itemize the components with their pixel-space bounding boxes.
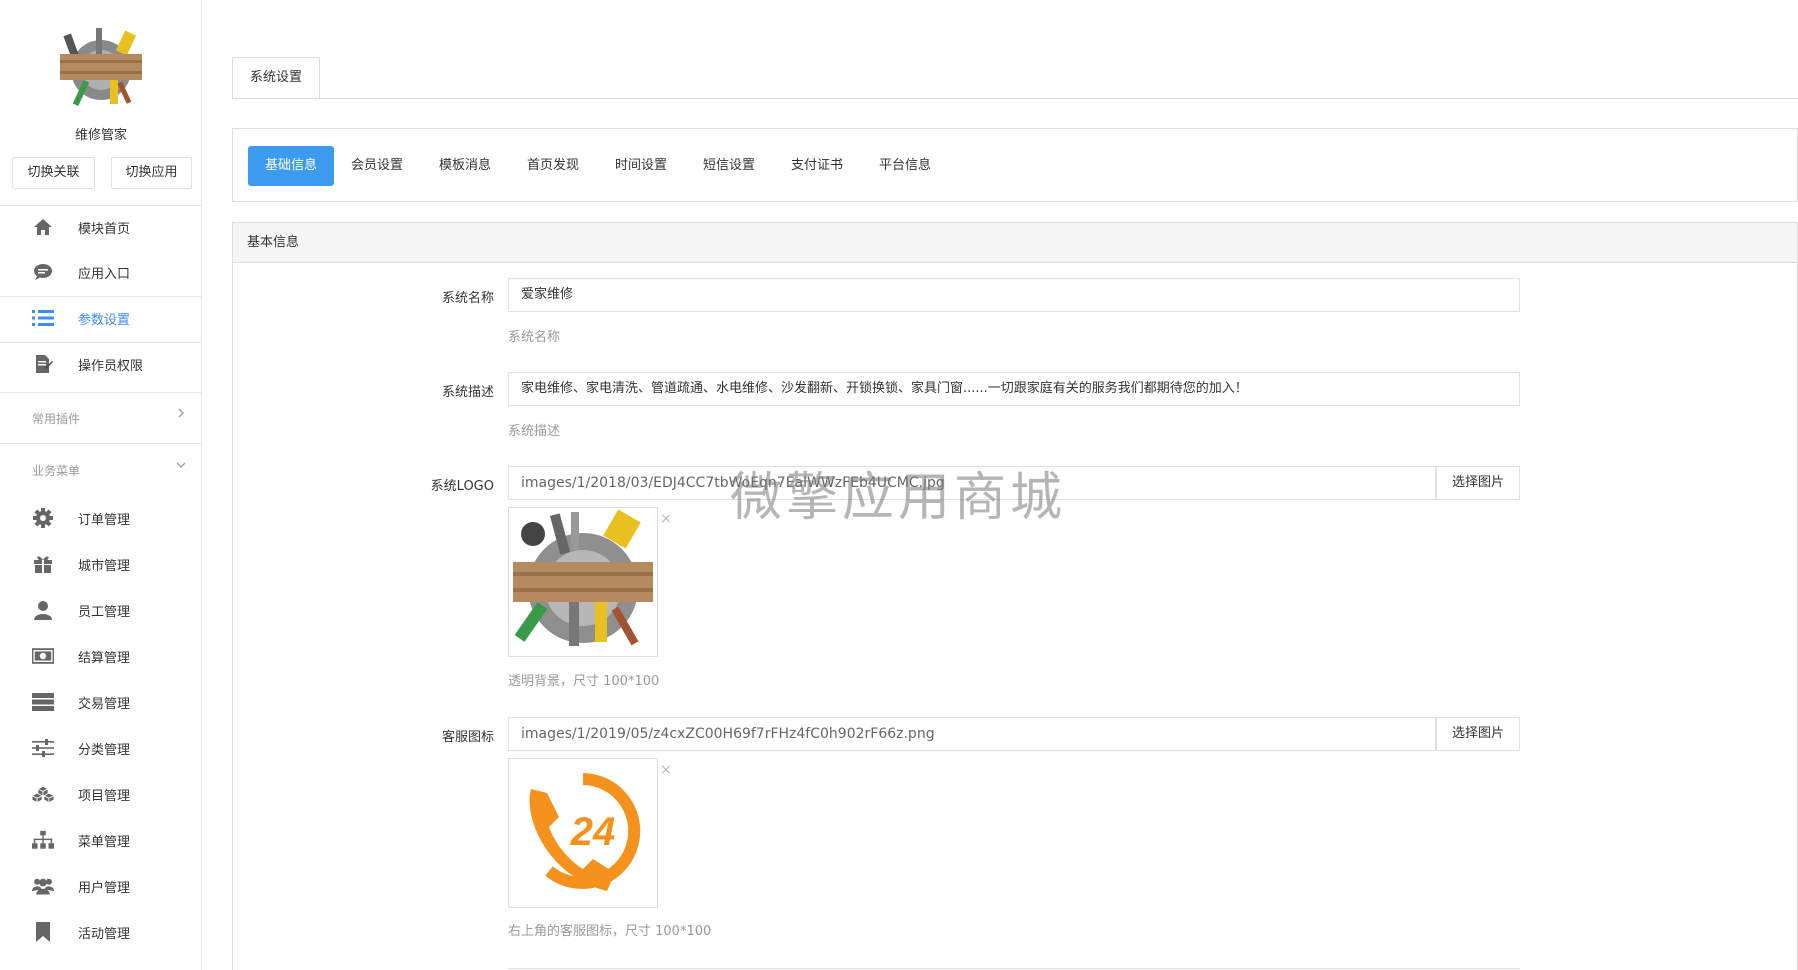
sidebar-item-module-home[interactable]: 模块首页 [0, 205, 202, 249]
service-icon-label: 客服图标 [441, 730, 494, 745]
sidebar-item-label: 城市管理 [78, 558, 131, 574]
subtab-payment-cert[interactable]: 支付证书 [781, 146, 853, 186]
subtab-sms-settings[interactable]: 短信设置 [693, 146, 765, 186]
home-icon [32, 216, 54, 238]
basic-info-panel: 基本信息 [232, 222, 1798, 970]
sidebar-item-label: 分类管理 [78, 742, 131, 758]
group-title-plugins[interactable]: 常用插件 [32, 410, 80, 427]
sidebar-item-label: 结算管理 [78, 650, 131, 666]
tab-system-settings[interactable]: 系统设置 [232, 57, 320, 99]
chevron-right-icon[interactable] [176, 408, 186, 418]
service-icon-preview: 24 [508, 758, 658, 908]
sidebar-item-orders[interactable]: 订单管理 [0, 496, 202, 540]
sidebar-item-label: 操作员权限 [78, 358, 144, 374]
panel-title: 基本信息 [233, 223, 1797, 263]
system-logo-label: 系统LOGO [430, 479, 494, 494]
chevron-down-icon[interactable] [176, 460, 186, 470]
sidebar-item-label: 菜单管理 [78, 834, 131, 850]
sidebar-item-cities[interactable]: 城市管理 [0, 542, 202, 586]
select-logo-button[interactable]: 选择图片 [1436, 466, 1520, 500]
users-icon [32, 875, 54, 897]
sidebar-item-transactions[interactable]: 交易管理 [0, 680, 202, 724]
app-logo [58, 24, 144, 110]
sidebar-item-label: 参数设置 [78, 312, 131, 328]
select-service-icon-button[interactable]: 选择图片 [1436, 717, 1520, 751]
service-icon-help: 右上角的客服图标，尺寸 100*100 [508, 924, 712, 939]
subtab-platform-info[interactable]: 平台信息 [869, 146, 941, 186]
sliders-icon [32, 737, 54, 759]
money-icon [32, 645, 54, 667]
subtab-member-settings[interactable]: 会员设置 [341, 146, 413, 186]
divider [0, 392, 202, 393]
sidebar-item-categories[interactable]: 分类管理 [0, 726, 202, 770]
sidebar-item-users[interactable]: 用户管理 [0, 864, 202, 908]
sidebar-item-label: 模块首页 [78, 221, 131, 237]
sidebar-item-label: 应用入口 [78, 266, 131, 282]
divider [0, 443, 202, 444]
remove-logo-icon[interactable]: × [660, 512, 674, 526]
group-title-business[interactable]: 业务菜单 [32, 462, 80, 479]
system-name-input[interactable]: 爱家维修 [508, 278, 1520, 312]
sidebar-item-label: 交易管理 [78, 696, 131, 712]
sidebar-item-label: 活动管理 [78, 926, 131, 942]
sidebar-item-label: 员工管理 [78, 604, 131, 620]
remove-service-icon[interactable]: × [660, 763, 674, 777]
system-logo-help: 透明背景，尺寸 100*100 [508, 674, 660, 689]
sidebar-item-operator-permissions[interactable]: 操作员权限 [0, 342, 202, 386]
subtab-home-discover[interactable]: 首页发现 [517, 146, 589, 186]
switch-link-button[interactable]: 切换关联 [12, 157, 95, 189]
service-badge-text: 24 [570, 810, 616, 854]
sidebar-item-projects[interactable]: 项目管理 [0, 772, 202, 816]
sidebar-item-staff[interactable]: 员工管理 [0, 588, 202, 632]
sidebar-item-activities[interactable]: 活动管理 [0, 910, 202, 954]
switch-app-button[interactable]: 切换应用 [111, 157, 192, 189]
watermark-text: 微擎应用商城 [730, 468, 1067, 528]
user-icon [32, 599, 54, 621]
gift-icon [32, 553, 54, 575]
settings-subnav: 基础信息 会员设置 模板消息 首页发现 时间设置 短信设置 支付证书 平台信息 [232, 128, 1798, 202]
sidebar-item-label: 项目管理 [78, 788, 131, 804]
tab-divider [232, 98, 1798, 99]
system-desc-help: 系统描述 [508, 424, 561, 439]
app-name: 维修管家 [74, 128, 127, 143]
sidebar-item-label: 用户管理 [78, 880, 131, 896]
system-desc-label: 系统描述 [441, 385, 494, 400]
sidebar-item-param-settings[interactable]: 参数设置 [0, 296, 202, 340]
subtab-template-messages[interactable]: 模板消息 [429, 146, 501, 186]
cubes-icon [32, 783, 54, 805]
server-icon [32, 691, 54, 713]
system-name-help: 系统名称 [508, 330, 561, 345]
list-icon [32, 307, 54, 329]
sidebar-item-label: 订单管理 [78, 512, 131, 528]
subtab-basic-info[interactable]: 基础信息 [248, 146, 334, 186]
gear-icon [32, 507, 54, 529]
edit-doc-icon [32, 353, 54, 375]
bookmark-icon [32, 921, 54, 943]
logo-preview [508, 507, 658, 657]
system-desc-input[interactable]: 家电维修、家电清洗、管道疏通、水电维修、沙发翻新、开锁换锁、家具门窗......… [508, 372, 1520, 406]
subtab-time-settings[interactable]: 时间设置 [605, 146, 677, 186]
sitemap-icon [32, 829, 54, 851]
sidebar: 维修管家 切换关联 切换应用 模块首页 应用入口 参数设置 操作员权限 常用插件… [0, 0, 202, 970]
sidebar-item-settlement[interactable]: 结算管理 [0, 634, 202, 678]
next-field-border [508, 968, 1520, 969]
sidebar-item-menus[interactable]: 菜单管理 [0, 818, 202, 862]
service-icon-path-input[interactable]: images/1/2019/05/z4cxZC00H69f7rFHz4fC0h9… [508, 717, 1436, 751]
sidebar-item-app-entry[interactable]: 应用入口 [0, 250, 202, 294]
chat-icon [32, 261, 54, 283]
system-name-label: 系统名称 [441, 291, 494, 306]
